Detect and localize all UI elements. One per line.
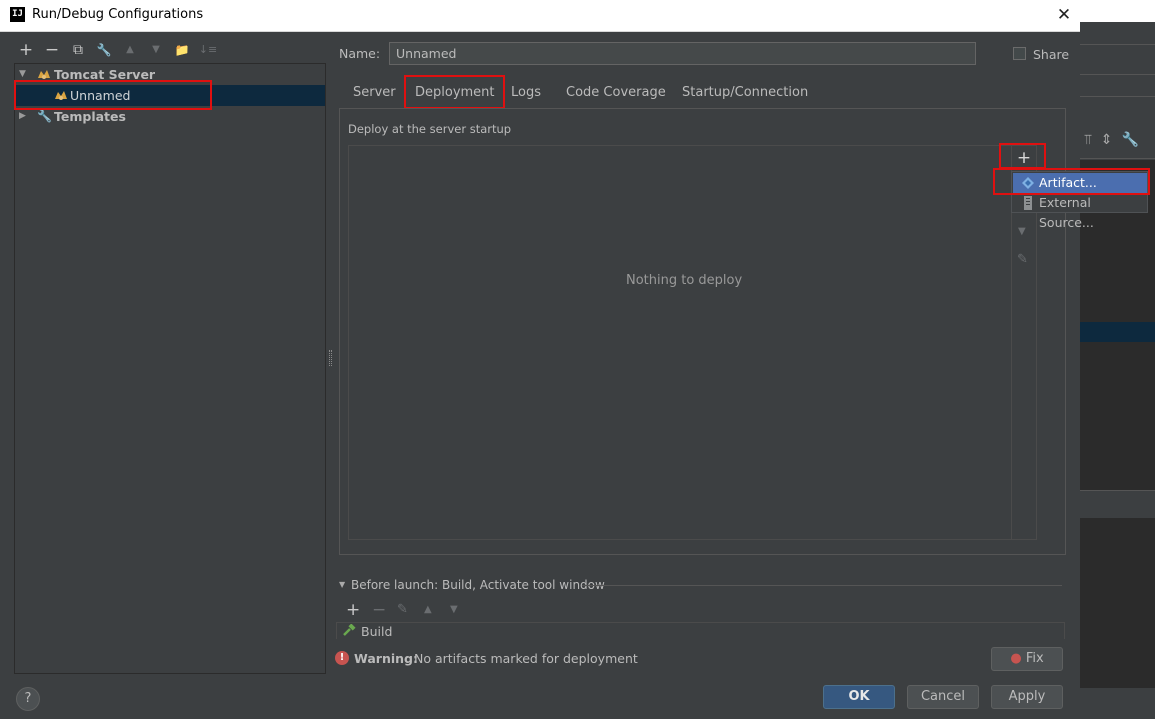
collapse-arrow-icon[interactable]: ▶ (19, 106, 29, 127)
remove-task-icon[interactable]: − (372, 600, 386, 620)
add-task-icon[interactable]: + (346, 600, 360, 620)
before-launch-divider (582, 585, 1062, 586)
tree-item-label: Unnamed (70, 88, 131, 103)
edit-task-icon[interactable]: ✎ (397, 602, 408, 617)
warning-icon: ! (335, 651, 349, 665)
share-checkbox[interactable] (1013, 47, 1026, 60)
build-hammer-icon (342, 623, 356, 637)
new-folder-icon[interactable]: 📁 (172, 39, 192, 61)
tree-item-tomcat-server[interactable]: ▼ Tomcat Server (15, 64, 325, 85)
expand-arrow-icon[interactable]: ▼ (19, 64, 29, 85)
fix-button[interactable]: ● Fix (991, 647, 1063, 671)
move-down-icon[interactable]: ▼ (1018, 226, 1026, 237)
move-task-up-icon[interactable]: ▲ (424, 604, 432, 615)
menu-item-artifact[interactable]: Artifact... (1013, 173, 1147, 193)
tab-startup-connection[interactable]: Startup/Connection (682, 80, 808, 106)
tab-logs[interactable]: Logs (511, 80, 541, 106)
warning-text: No artifacts marked for deployment (414, 651, 638, 666)
tomcat-icon (55, 91, 67, 100)
cancel-button[interactable]: Cancel (907, 685, 979, 709)
share-label: Share (1033, 47, 1070, 62)
fix-button-label: Fix (1025, 651, 1044, 666)
external-source-icon (1024, 196, 1032, 210)
ok-button[interactable]: OK (823, 685, 895, 709)
dialog-title: Run/Debug Configurations (32, 7, 204, 22)
apply-button[interactable]: Apply (991, 685, 1063, 709)
close-button[interactable]: ✕ (1052, 4, 1076, 26)
tomcat-icon (38, 70, 50, 79)
name-label: Name: (339, 46, 381, 61)
before-launch-task-list: Build (336, 622, 1065, 639)
dialog-titlebar: IJ Run/Debug Configurations ✕ (0, 0, 1080, 32)
sort-icon[interactable]: ↓≡ (198, 39, 218, 61)
help-button[interactable]: ? (16, 687, 40, 711)
config-tree: ▼ Tomcat Server Unnamed ▶ 🔧 Templates (14, 63, 326, 674)
artifact-icon (1022, 177, 1034, 189)
edit-pencil-icon[interactable]: ✎ (1017, 252, 1028, 267)
add-config-icon[interactable]: + (16, 39, 36, 61)
move-up-icon[interactable]: ▲ (120, 39, 140, 61)
wrench-icon[interactable]: 🔧 (94, 39, 114, 61)
build-task-label[interactable]: Build (361, 624, 392, 639)
add-deployment-icon[interactable]: + (1015, 148, 1033, 168)
empty-list-text: Nothing to deploy (626, 273, 743, 288)
wrench-icon: 🔧 (37, 109, 52, 123)
menu-item-external-source[interactable]: External Source... (1013, 193, 1147, 230)
intellij-logo-icon: IJ (10, 7, 25, 22)
tree-item-unnamed[interactable]: Unnamed (15, 85, 325, 106)
add-deployment-popup: Artifact... External Source... (1011, 171, 1148, 230)
remove-config-icon[interactable]: − (42, 39, 62, 61)
tab-server[interactable]: Server (353, 80, 396, 106)
before-launch-toggle-icon[interactable]: ▼ (339, 580, 345, 589)
config-toolbar: + − ⧉ 🔧 ▲ ▼ 📁 ↓≡ (14, 39, 314, 63)
before-launch-label[interactable]: Before launch: Build, Activate tool wind… (351, 578, 605, 592)
move-task-down-icon[interactable]: ▼ (450, 604, 458, 615)
tree-item-templates[interactable]: ▶ 🔧 Templates (15, 106, 325, 127)
tab-code-coverage[interactable]: Code Coverage (566, 80, 666, 106)
bulb-icon: ● (1010, 651, 1022, 666)
deploy-section-label: Deploy at the server startup (348, 122, 512, 136)
tree-item-label: Templates (54, 109, 126, 124)
name-input[interactable] (389, 42, 976, 65)
menu-item-label: Artifact... (1039, 175, 1097, 190)
tree-item-label: Tomcat Server (54, 67, 156, 82)
deploy-list: Nothing to deploy (348, 145, 1037, 540)
warning-prefix: Warning: (354, 651, 418, 666)
menu-item-label: External Source... (1039, 195, 1094, 230)
tab-deployment[interactable]: Deployment (415, 80, 495, 106)
panel-splitter[interactable] (329, 350, 332, 366)
move-down-icon[interactable]: ▼ (146, 39, 166, 61)
background-toolbar-icons: ⫪ ⇕ 🔧 (1084, 132, 1139, 148)
copy-config-icon[interactable]: ⧉ (68, 39, 88, 61)
background-window-titlebar (1080, 0, 1155, 22)
background-ide-strip: ⫪ ⇕ 🔧 (1080, 0, 1155, 719)
